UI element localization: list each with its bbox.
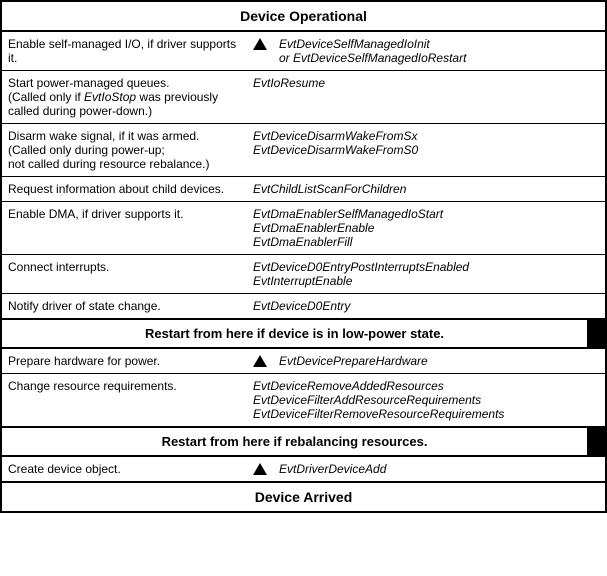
- row-left-2: Disarm wake signal, if it was armed.(Cal…: [2, 124, 247, 177]
- table-row: Create device object. EvtDriverDeviceAdd: [2, 457, 605, 481]
- row-right-4: EvtDmaEnablerSelfManagedIoStartEvtDmaEna…: [247, 202, 605, 255]
- up-arrow-icon: [253, 38, 267, 50]
- table-row: Request information about child devices.…: [2, 177, 605, 202]
- table-row: Change resource requirements.EvtDeviceRe…: [2, 374, 605, 427]
- row-right-2: EvtDeviceDisarmWakeFromSxEvtDeviceDisarm…: [247, 124, 605, 177]
- row-left-6: Notify driver of state change.: [2, 294, 247, 319]
- row-left-0: Enable self-managed I/O, if driver suppo…: [2, 32, 247, 71]
- table-row: Enable self-managed I/O, if driver suppo…: [2, 32, 605, 71]
- row-right-6: EvtDeviceD0Entry: [247, 294, 605, 319]
- row-right-1: EvtDeviceRemoveAddedResourcesEvtDeviceFi…: [247, 374, 605, 427]
- up-arrow-icon: [253, 463, 267, 475]
- table-row: Enable DMA, if driver supports it.EvtDma…: [2, 202, 605, 255]
- row-right-3: EvtChildListScanForChildren: [247, 177, 605, 202]
- up-arrow-icon: [253, 355, 267, 367]
- row-right-5: EvtDeviceD0EntryPostInterruptsEnabledEvt…: [247, 255, 605, 294]
- row-left-5: Connect interrupts.: [2, 255, 247, 294]
- row-left-0: Create device object.: [2, 457, 247, 481]
- row-right-1: EvtIoResume: [247, 71, 605, 124]
- table-2: Prepare hardware for power. EvtDevicePrep…: [2, 349, 605, 426]
- row-right-0: EvtDriverDeviceAdd: [247, 457, 605, 481]
- divider-rebalance: Restart from here if rebalancing resourc…: [2, 426, 605, 457]
- table-row: Prepare hardware for power. EvtDevicePrep…: [2, 349, 605, 374]
- row-left-1: Change resource requirements.: [2, 374, 247, 427]
- table-row: Notify driver of state change.EvtDeviceD…: [2, 294, 605, 319]
- table-3: Create device object. EvtDriverDeviceAdd: [2, 457, 605, 481]
- main-container: Device Operational Enable self-managed I…: [0, 0, 607, 513]
- table-row: Disarm wake signal, if it was armed.(Cal…: [2, 124, 605, 177]
- header-title: Device Operational: [2, 2, 605, 32]
- divider-block-1: [587, 320, 605, 347]
- divider-low-power: Restart from here if device is in low-po…: [2, 318, 605, 349]
- divider-rebalance-text: Restart from here if rebalancing resourc…: [2, 428, 587, 455]
- row-right-0: EvtDevicePrepareHardware: [247, 349, 605, 374]
- row-left-4: Enable DMA, if driver supports it.: [2, 202, 247, 255]
- divider-low-power-text: Restart from here if device is in low-po…: [2, 320, 587, 347]
- row-left-1: Start power-managed queues.(Called only …: [2, 71, 247, 124]
- row-left-0: Prepare hardware for power.: [2, 349, 247, 374]
- row-left-3: Request information about child devices.: [2, 177, 247, 202]
- row-right-text-0: EvtDeviceSelfManagedIoInitor EvtDeviceSe…: [279, 37, 466, 65]
- row-right-text-0: EvtDevicePrepareHardware: [279, 354, 428, 368]
- divider-block-2: [587, 428, 605, 455]
- table-row: Start power-managed queues.(Called only …: [2, 71, 605, 124]
- row-right-text-0: EvtDriverDeviceAdd: [279, 462, 386, 476]
- footer-title: Device Arrived: [2, 481, 605, 511]
- main-table: Enable self-managed I/O, if driver suppo…: [2, 32, 605, 318]
- table-row: Connect interrupts.EvtDeviceD0EntryPostI…: [2, 255, 605, 294]
- row-right-0: EvtDeviceSelfManagedIoInitor EvtDeviceSe…: [247, 32, 605, 71]
